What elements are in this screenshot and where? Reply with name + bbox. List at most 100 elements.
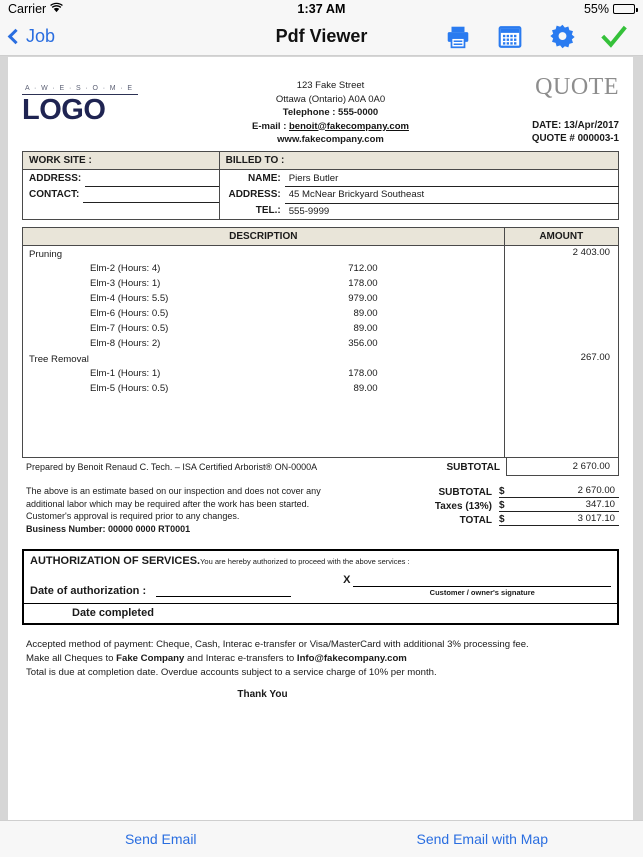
company-website: www.fakecompany.com [277,134,384,145]
line-item-label: Elm-2 (Hours: 4) [90,262,161,274]
table-row: Elm-4 (Hours: 5.5) 979.00 [23,290,619,306]
parties-header-row: WORK SITE : BILLED TO : [22,151,619,170]
total-value: 3 017.10 [515,513,619,526]
total-label: Taxes (13%) [434,501,492,512]
authorization-title: AUTHORIZATION OF SERVICES. [30,555,201,567]
table-row: Elm-6 (Hours: 0.5) 89.00 [23,305,619,321]
battery-icon [613,4,638,14]
print-icon[interactable] [443,22,473,52]
estimate-terms: The above is an estimate based on our in… [22,485,394,535]
line-item-price: 89.00 [353,322,378,334]
total-value: 347.10 [515,499,619,512]
company-email: benoit@fakecompany.com [289,120,409,132]
work-site-contact-value[interactable] [83,186,219,203]
letterhead: A · W · E · S · O · M · E LOGO 123 Fake … [22,73,619,151]
line-item-amount-blank [503,335,619,351]
quote-number: QUOTE # 000003-1 [531,133,619,144]
total-currency: $ [499,486,515,498]
authorization-box: AUTHORIZATION OF SERVICES.You are hereby… [22,549,619,625]
table-row: Elm-3 (Hours: 1) 178.00 [23,275,619,291]
overdue-line: Total is due at completion date. Overdue… [26,667,437,678]
signature-mark: X [343,574,351,586]
total-label: SUBTOTAL [438,487,492,498]
line-item-cell: Elm-5 (Hours: 0.5) 89.00 [23,381,505,396]
total-row: SUBTOTAL $2 670.00 [394,485,619,498]
table-row: Tree Removal 267.00 [23,350,619,366]
quote-meta: DATE: 13/Apr/2017 QUOTE # 000003-1 [469,119,619,145]
company-logo: A · W · E · S · O · M · E LOGO [22,73,192,125]
business-number: Business Number: 00000 0000 RT0001 [26,523,191,534]
totals-block: SUBTOTAL $2 670.00 Taxes (13%) $347.10 TOTAL… [394,485,619,535]
terms-and-totals: The above is an estimate based on our in… [22,485,619,535]
work-site-contact-label: CONTACT: [29,189,80,200]
date-completed-label: Date completed [24,603,617,623]
line-item-price: 89.00 [353,307,378,319]
billed-tel-value[interactable]: 555-9999 [285,203,619,219]
work-site-address-label: ADDRESS: [29,172,82,184]
table-row: ADDRESS: NAME: Piers Butler [22,169,619,187]
work-site-header: WORK SITE : [22,151,220,170]
work-site-address-value[interactable] [85,170,219,187]
signature-caption: Customer / owner's signature [429,588,535,597]
billed-name-label: NAME: [247,172,281,184]
billed-name-value[interactable]: Piers Butler [284,169,619,187]
gear-icon[interactable] [547,22,577,52]
status-bar-right: 55% [583,2,638,16]
billed-to-header: BILLED TO : [219,151,619,170]
signature-field[interactable] [353,574,611,587]
logo-wordmark: LOGO [22,94,106,126]
send-email-button[interactable]: Send Email [0,831,322,847]
line-item-label: Elm-7 (Hours: 0.5) [90,322,169,334]
terms-line-1: The above is an estimate based on our in… [26,486,321,496]
table-row: CONTACT: ADDRESS: 45 McNear Brickyard So… [22,186,619,204]
cheques-pre: Make all Cheques to [26,653,117,664]
line-group-name: Pruning [29,248,63,260]
billed-address-value[interactable]: 45 McNear Brickyard Southeast [284,186,619,204]
line-item-label: Elm-5 (Hours: 0.5) [90,382,169,394]
checkmark-icon[interactable] [599,22,629,52]
pdf-scroll-area[interactable]: A · W · E · S · O · M · E LOGO 123 Fake … [0,57,643,820]
back-button[interactable]: Job [7,26,55,47]
authorization-heading: AUTHORIZATION OF SERVICES.You are hereby… [24,551,617,569]
table-row: Elm-7 (Hours: 0.5) 89.00 [23,320,619,336]
bottom-toolbar: Send Email Send Email with Map [0,820,643,857]
table-row: Pruning 2 403.00 [23,245,619,261]
total-currency: $ [499,514,515,526]
line-item-price: 89.00 [353,382,378,394]
total-row: TOTAL $3 017.10 [394,513,619,526]
line-item-amount-blank [503,380,619,396]
line-item-cell: Elm-1 (Hours: 1) 178.00 [23,366,505,381]
total-label: TOTAL [459,515,492,526]
prepared-subtotal-strip: Prepared by Benoit Renaud C. Tech. – ISA… [22,458,619,476]
status-bar: Carrier 1:37 AM 55% [0,0,643,18]
quote-date: DATE: 13/Apr/2017 [532,120,619,131]
total-value: 2 670.00 [515,485,619,498]
chevron-left-icon [7,28,24,45]
line-item-cell: Elm-3 (Hours: 1) 178.00 [23,276,505,291]
authorization-date-field[interactable] [156,584,292,597]
work-site-address-cell: ADDRESS: [22,169,220,187]
line-item-amount-blank [503,365,619,381]
cheques-company: Fake Company [116,653,185,664]
calendar-icon[interactable] [495,22,525,52]
battery-percent-label: 55% [583,2,609,16]
send-email-with-map-button[interactable]: Send Email with Map [322,831,643,847]
line-item-cell: Elm-7 (Hours: 0.5) 89.00 [23,321,505,336]
company-telephone: Telephone : 555-0000 [282,107,379,118]
line-item-price: 178.00 [348,277,378,289]
subtotal-strip-value: 2 670.00 [506,458,619,476]
table-row: Elm-2 (Hours: 4) 712.00 [23,260,619,276]
work-site-contact-cell: CONTACT: [22,186,220,203]
line-item-label: Elm-4 (Hours: 5.5) [90,292,169,304]
line-item-label: Elm-6 (Hours: 0.5) [90,307,169,319]
table-row: Elm-5 (Hours: 0.5) 89.00 [23,380,619,396]
total-row: Taxes (13%) $347.10 [394,499,619,512]
company-email-line: E-mail : benoit@fakecompany.com [192,120,469,134]
line-group-amount: 267.00 [503,350,619,366]
total-currency: $ [499,500,515,512]
table-row: Elm-1 (Hours: 1) 178.00 [23,365,619,381]
work-site-filler [22,203,220,219]
authorization-subtitle: You are hereby authorized to proceed wit… [200,557,410,566]
authorization-fields: Date of authorization : X Customer / own… [24,569,617,603]
line-item-price: 979.00 [348,292,378,304]
